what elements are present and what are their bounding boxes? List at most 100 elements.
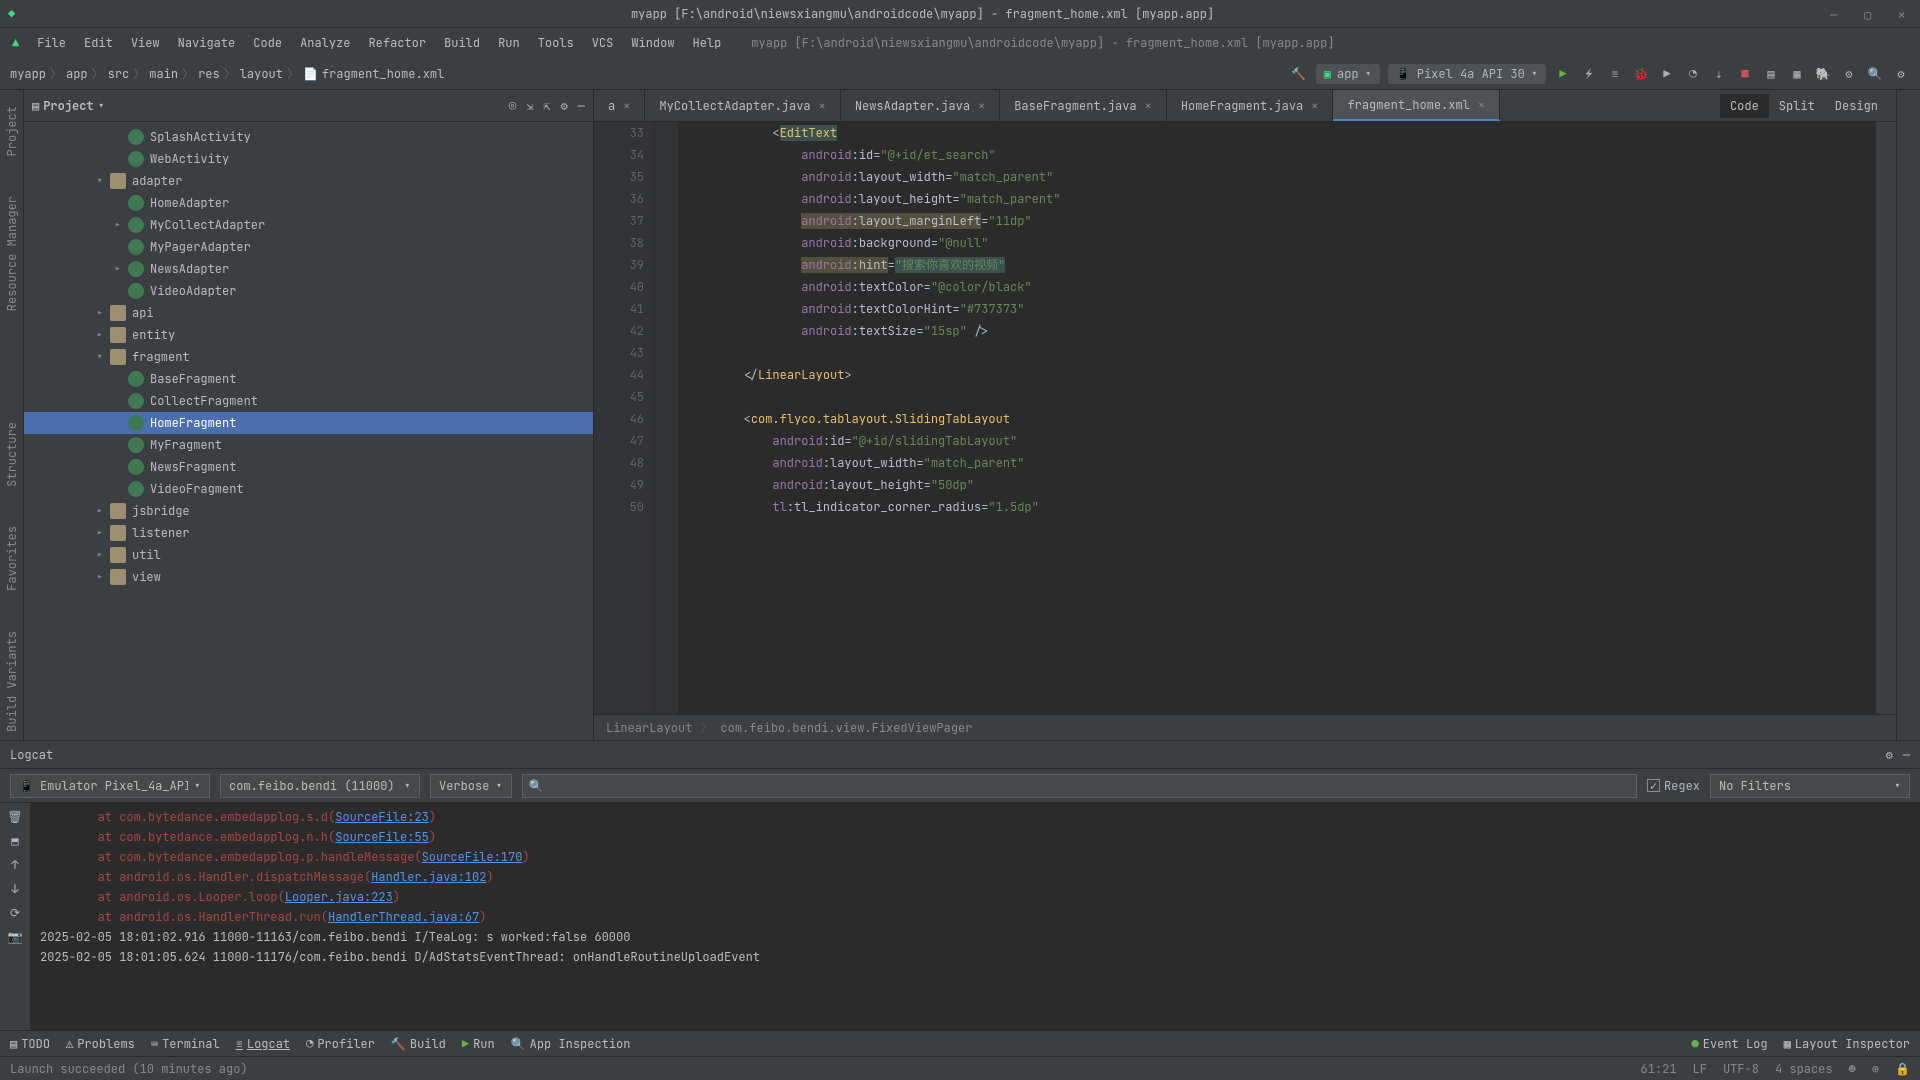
resource-manager-tool-button[interactable]: Resource Manager [2, 188, 22, 319]
chevron-icon[interactable]: ▸ [96, 547, 110, 563]
screenshot-icon[interactable]: 📷 [8, 929, 23, 945]
code-editor[interactable]: <EditText android:id="@+id/et_search" an… [678, 122, 1876, 714]
close-button[interactable]: ✕ [1898, 7, 1912, 21]
apply-code-icon[interactable]: ≡ [1606, 65, 1624, 83]
caret-position[interactable]: 61:21 [1641, 1061, 1677, 1077]
chevron-icon[interactable]: ▸ [96, 569, 110, 585]
regex-checkbox[interactable]: ✓ Regex [1647, 778, 1700, 794]
tree-item[interactable]: ▾fragment [24, 346, 593, 368]
todo-tool-button[interactable]: ▤TODO [10, 1036, 50, 1052]
filter-select[interactable]: No Filters ▾ [1710, 774, 1910, 798]
breadcrumb-item[interactable]: src [108, 66, 130, 82]
app-inspection-tool-button[interactable]: 🔍App Inspection [511, 1036, 631, 1052]
file-encoding[interactable]: UTF-8 [1723, 1061, 1759, 1077]
close-icon[interactable]: × [978, 98, 985, 114]
layout-inspector-tool-button[interactable]: ▦Layout Inspector [1784, 1036, 1910, 1052]
sdk-manager-icon[interactable]: ▦ [1788, 65, 1806, 83]
editor-tab[interactable]: a× [594, 90, 645, 121]
tree-item[interactable]: WebActivity [24, 148, 593, 170]
menu-edit[interactable]: Edit [76, 31, 121, 55]
chevron-icon[interactable]: ▾ [96, 173, 110, 189]
lock-icon[interactable]: 🔒 [1895, 1061, 1910, 1077]
project-tool-button[interactable]: Project [2, 98, 22, 164]
tree-item[interactable]: ▸entity [24, 324, 593, 346]
chevron-icon[interactable]: ▸ [96, 327, 110, 343]
gear-icon[interactable]: ⚙ [561, 98, 568, 114]
editor-tab[interactable]: MyCollectAdapter.java× [645, 90, 840, 121]
menu-help[interactable]: Help [685, 31, 730, 55]
logcat-search-input[interactable]: 🔍 [522, 774, 1637, 798]
print-icon[interactable]: ↓ [11, 881, 18, 897]
close-icon[interactable]: × [1478, 97, 1485, 113]
tree-item[interactable]: MyPagerAdapter [24, 236, 593, 258]
avd-manager-icon[interactable]: ▤ [1762, 65, 1780, 83]
menu-tools[interactable]: Tools [530, 31, 582, 55]
coverage-icon[interactable]: ▶ [1658, 65, 1676, 83]
editor-tab[interactable]: fragment_home.xml× [1333, 90, 1500, 121]
run-icon[interactable]: ▶ [1554, 65, 1572, 83]
run-tool-button[interactable]: ▶Run [462, 1036, 495, 1052]
restart-icon[interactable]: ⟳ [10, 905, 20, 921]
tree-item[interactable]: CollectFragment [24, 390, 593, 412]
tree-item[interactable]: VideoFragment [24, 478, 593, 500]
expand-all-icon[interactable]: ⇲ [526, 98, 533, 114]
tree-item[interactable]: ▸jsbridge [24, 500, 593, 522]
indent-settings[interactable]: 4 spaces [1775, 1061, 1833, 1077]
menu-file[interactable]: File [29, 31, 74, 55]
collapse-all-icon[interactable]: ⇱ [543, 98, 550, 114]
device-select[interactable]: 📱 Pixel 4a API 30 ▾ [1388, 64, 1546, 84]
gear-icon[interactable]: ⚙ [1886, 747, 1893, 763]
tree-item[interactable]: ▸util [24, 544, 593, 566]
hide-icon[interactable]: — [1903, 747, 1910, 763]
log-level-select[interactable]: Verbose ▾ [430, 774, 512, 798]
tree-item[interactable]: HomeFragment [24, 412, 593, 434]
terminal-tool-button[interactable]: ⌨Terminal [151, 1036, 220, 1052]
structure-tool-button[interactable]: Structure [2, 414, 22, 495]
breadcrumb-item[interactable]: app [66, 66, 88, 82]
close-icon[interactable]: × [623, 98, 630, 114]
build-tool-button[interactable]: 🔨Build [391, 1036, 446, 1052]
close-icon[interactable]: × [1311, 98, 1318, 114]
view-mode-design[interactable]: Design [1825, 94, 1888, 118]
device-select[interactable]: 📱 Emulator Pixel_4a_API_30 Androi ▾ [10, 774, 210, 798]
tree-item[interactable]: ▾adapter [24, 170, 593, 192]
editor-minimap[interactable] [1876, 122, 1896, 714]
settings-icon[interactable]: ⚙ [1892, 65, 1910, 83]
tree-item[interactable]: ▸api [24, 302, 593, 324]
project-tree[interactable]: SplashActivityWebActivity▾adapterHomeAda… [24, 122, 593, 740]
memory-icon[interactable]: ⊕ [1872, 1061, 1879, 1077]
hide-icon[interactable]: — [578, 98, 585, 114]
profiler-tool-button[interactable]: ◔Profiler [306, 1036, 375, 1052]
tree-item[interactable]: BaseFragment [24, 368, 593, 390]
event-log-tool-button[interactable]: ●Event Log [1692, 1036, 1768, 1052]
editor-tab[interactable]: BaseFragment.java× [1000, 90, 1167, 121]
breadcrumb[interactable]: myapp〉 app〉 src〉 main〉 res〉 layout〉 📄 fr… [10, 65, 1290, 82]
favorites-tool-button[interactable]: Favorites [2, 518, 22, 599]
editor-tab[interactable]: NewsAdapter.java× [841, 90, 1000, 121]
editor-breadcrumb[interactable]: LinearLayout 〉 com.feibo.bendi.view.Fixe… [594, 714, 1896, 740]
breadcrumb-item[interactable]: layout [240, 66, 283, 82]
view-mode-code[interactable]: Code [1720, 94, 1769, 118]
process-select[interactable]: com.feibo.bendi (11000) ▾ [220, 774, 420, 798]
tree-item[interactable]: ▸NewsAdapter [24, 258, 593, 280]
tree-item[interactable]: MyFragment [24, 434, 593, 456]
search-everywhere-icon[interactable]: 🔍 [1866, 65, 1884, 83]
inspection-icon[interactable]: ☻ [1849, 1061, 1856, 1077]
chevron-icon[interactable]: ▸ [114, 217, 128, 233]
menu-window[interactable]: Window [623, 31, 682, 55]
soft-wrap-icon[interactable]: ↑ [11, 857, 18, 873]
menu-view[interactable]: View [123, 31, 168, 55]
chevron-icon[interactable]: ▾ [96, 349, 110, 365]
tree-item[interactable]: ▸listener [24, 522, 593, 544]
close-icon[interactable]: × [1145, 98, 1152, 114]
make-project-icon[interactable]: 🔨 [1290, 65, 1308, 83]
chevron-icon[interactable]: ▸ [96, 305, 110, 321]
debug-icon[interactable]: 🐞 [1632, 65, 1650, 83]
editor-tab[interactable]: HomeFragment.java× [1167, 90, 1334, 121]
close-icon[interactable]: × [819, 98, 826, 114]
menu-build[interactable]: Build [436, 31, 488, 55]
tree-item[interactable]: ▸view [24, 566, 593, 588]
logcat-tool-button[interactable]: ≡Logcat [236, 1036, 290, 1052]
breadcrumb-item[interactable]: res [198, 66, 220, 82]
menu-run[interactable]: Run [490, 31, 528, 55]
